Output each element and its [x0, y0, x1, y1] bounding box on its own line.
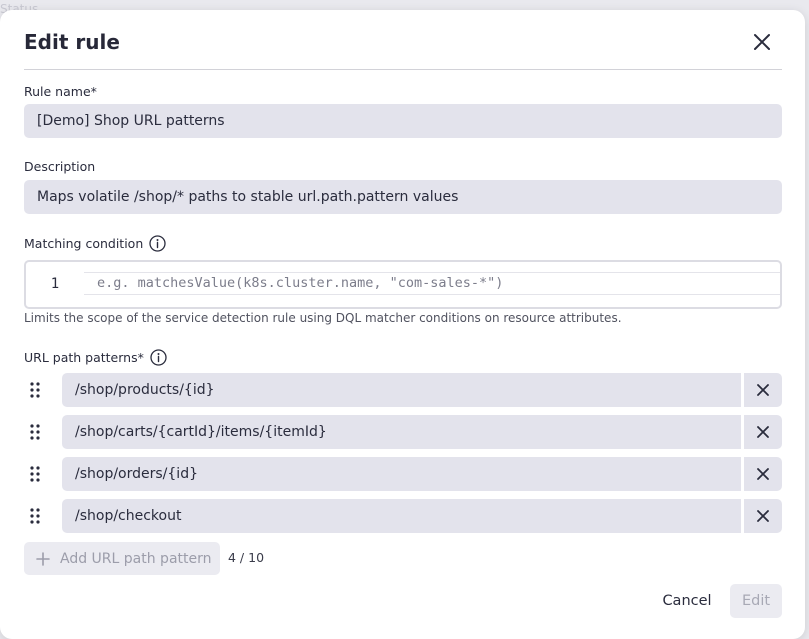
remove-pattern-button[interactable] [744, 373, 782, 407]
rule-name-input[interactable]: [Demo] Shop URL patterns [24, 104, 782, 138]
close-icon [757, 426, 769, 438]
url-pattern-input[interactable]: /shop/orders/{id} [62, 457, 741, 491]
url-pattern-row: /shop/products/{id} [24, 373, 782, 407]
matching-condition-label: Matching condition [24, 235, 166, 252]
info-icon[interactable] [149, 235, 166, 252]
close-icon [757, 468, 769, 480]
add-url-pattern-label: Add URL path pattern [60, 550, 212, 567]
close-icon [754, 34, 770, 50]
edit-rule-dialog: Edit rule Rule name* [Demo] Shop URL pat… [0, 10, 805, 639]
url-pattern-input[interactable]: /shop/products/{id} [62, 373, 741, 407]
url-pattern-input[interactable]: /shop/carts/{cartId}/items/{itemId} [62, 415, 741, 449]
matching-condition-hint: Limits the scope of the service detectio… [24, 311, 622, 325]
info-icon[interactable] [150, 349, 167, 366]
edit-button[interactable]: Edit [730, 584, 782, 618]
dialog-title: Edit rule [24, 30, 120, 54]
matching-condition-placeholder[interactable]: e.g. matchesValue(k8s.cluster.name, "com… [84, 272, 780, 295]
drag-handle-icon[interactable] [30, 466, 40, 482]
pattern-counter: 4 / 10 [228, 550, 265, 565]
cancel-button[interactable]: Cancel [652, 584, 722, 618]
matching-condition-editor[interactable]: 1 e.g. matchesValue(k8s.cluster.name, "c… [24, 260, 782, 309]
rule-name-label: Rule name* [24, 84, 97, 99]
url-pattern-row: /shop/checkout [24, 499, 782, 533]
url-pattern-input[interactable]: /shop/checkout [62, 499, 741, 533]
drag-handle-icon[interactable] [30, 382, 40, 398]
remove-pattern-button[interactable] [744, 457, 782, 491]
drag-handle-icon[interactable] [30, 508, 40, 524]
add-url-pattern-button[interactable]: Add URL path pattern [24, 542, 220, 575]
close-icon [757, 510, 769, 522]
close-button[interactable] [752, 32, 772, 52]
line-number: 1 [50, 276, 60, 292]
plus-icon [36, 551, 50, 566]
url-pattern-row: /shop/carts/{cartId}/items/{itemId} [24, 415, 782, 449]
remove-pattern-button[interactable] [744, 415, 782, 449]
drag-handle-icon[interactable] [30, 424, 40, 440]
description-label: Description [24, 159, 96, 174]
dialog-header: Edit rule [24, 10, 782, 70]
url-patterns-label: URL path patterns* [24, 349, 167, 366]
description-input[interactable]: Maps volatile /shop/* paths to stable ur… [24, 180, 782, 214]
close-icon [757, 384, 769, 396]
remove-pattern-button[interactable] [744, 499, 782, 533]
url-pattern-row: /shop/orders/{id} [24, 457, 782, 491]
